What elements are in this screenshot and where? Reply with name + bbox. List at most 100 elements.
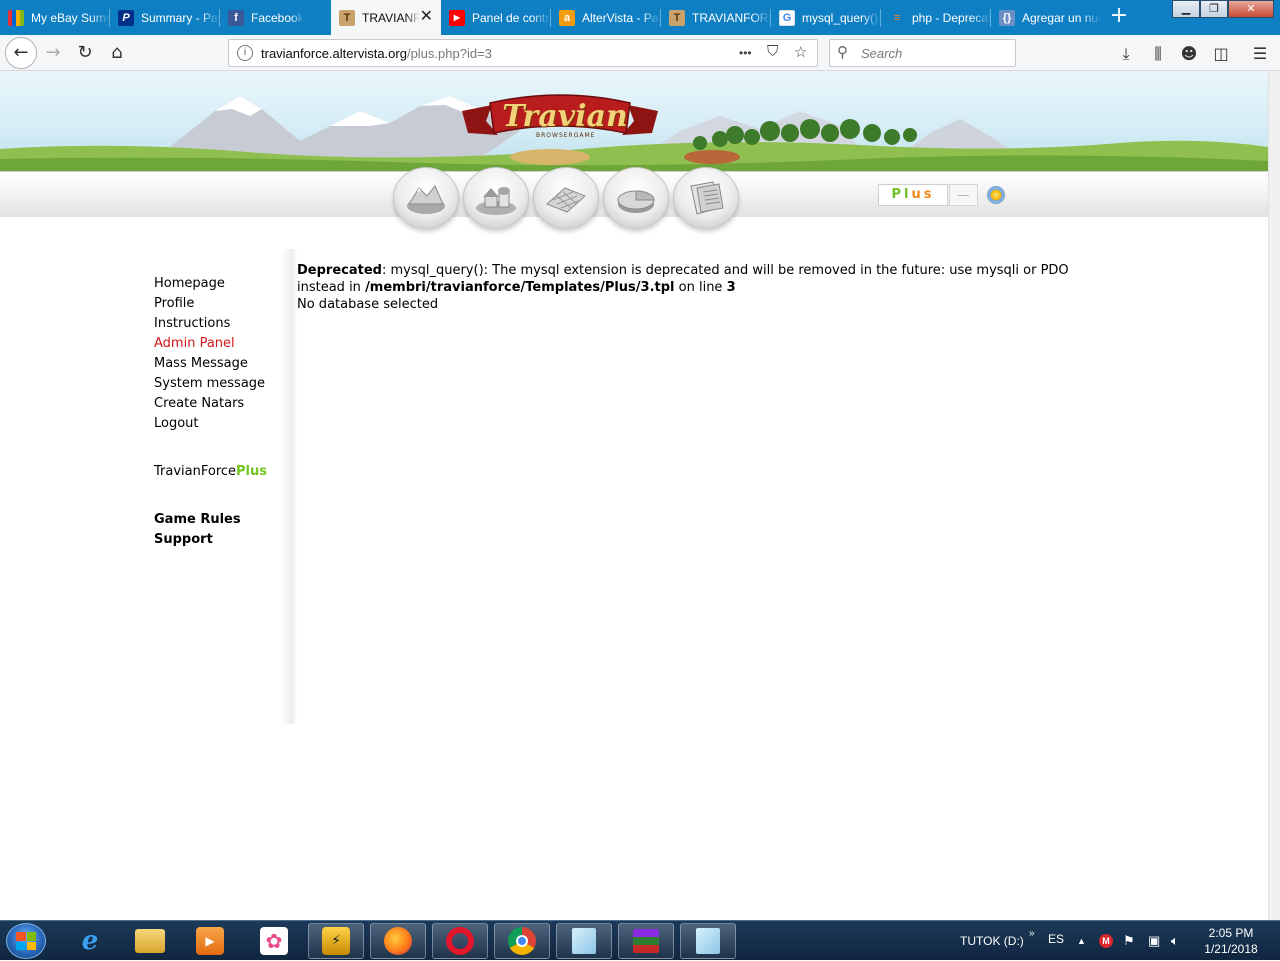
tab-title: Facebook	[251, 10, 304, 25]
system-clock[interactable]: 2:05 PM 1/21/2018	[1196, 925, 1266, 957]
paypal-icon: P	[118, 9, 134, 26]
sidebar-item-homepage[interactable]: Homepage	[154, 276, 294, 296]
sidebar-item-logout[interactable]: Logout	[154, 416, 294, 436]
new-tab-button[interactable]: +	[1106, 4, 1132, 30]
firefox-icon	[384, 927, 412, 955]
tab-paypal[interactable]: P Summary - PayPal	[110, 0, 220, 35]
volume-icon[interactable]: 🔈︎	[1171, 921, 1179, 961]
sidebar-item-instructions[interactable]: Instructions	[154, 316, 294, 336]
plus-label-green: Pl	[891, 187, 912, 202]
reload-button[interactable]: ↻	[70, 39, 100, 67]
opera-icon	[446, 927, 474, 955]
sidebar-item-travianforce-plus[interactable]: TravianForcePlus	[154, 464, 294, 484]
url-host: travianforce.altervista.org	[261, 46, 407, 61]
menu-icon[interactable]: ☰	[1249, 44, 1271, 63]
plus-account-button[interactable]: Plus	[878, 184, 948, 206]
village-buildings-icon	[476, 187, 516, 215]
google-icon: G	[779, 9, 795, 26]
internet-explorer-taskbar[interactable]: e	[62, 923, 118, 959]
url-text[interactable]: travianforce.altervista.org/plus.php?id=…	[261, 46, 492, 61]
site-info-icon[interactable]: i	[237, 45, 253, 61]
notepad-taskbar[interactable]	[556, 923, 612, 959]
pinwheel-app-taskbar[interactable]: ✿	[246, 923, 302, 959]
village-center-button[interactable]	[463, 167, 529, 229]
home-button[interactable]: ⌂	[102, 39, 132, 67]
page-scrollbar[interactable]	[1268, 71, 1280, 920]
start-button[interactable]	[6, 923, 46, 959]
sidebar-item-game-rules[interactable]: Game Rules	[154, 512, 294, 532]
plus-label-orange: us	[911, 187, 935, 202]
pocket-icon[interactable]: ⛉	[767, 43, 778, 60]
drive-toolbar-label[interactable]: TUTOK (D:)	[960, 921, 1024, 961]
window-controls: ▁ ❐ ✕	[1172, 0, 1274, 18]
server-time-sun-icon[interactable]	[987, 186, 1005, 204]
network-icon[interactable]: ▣	[1148, 921, 1160, 961]
maximize-button[interactable]: ❐	[1200, 0, 1228, 18]
resource-fields-icon	[407, 185, 445, 214]
media-player-taskbar[interactable]: ▶	[182, 923, 238, 959]
search-input[interactable]: ⚲ Search	[829, 39, 1016, 67]
statistics-button[interactable]	[603, 167, 669, 229]
altervista-icon: a	[559, 9, 575, 26]
sidebar-item-support[interactable]: Support	[154, 532, 294, 552]
logo-subtitle: BROWSERGAME	[536, 132, 596, 139]
bookmark-star-icon[interactable]: ☆	[794, 43, 807, 61]
village-overview-button[interactable]	[393, 167, 459, 229]
firefox-taskbar[interactable]	[370, 923, 426, 959]
travian-logo-text[interactable]: Travian	[500, 99, 630, 134]
sidebar-toggle-icon[interactable]: ◫	[1210, 44, 1232, 63]
toolbar-expand-icon[interactable]: »	[1029, 913, 1035, 953]
reports-button[interactable]	[673, 167, 739, 229]
url-bar[interactable]: i travianforce.altervista.org/plus.php?i…	[228, 39, 818, 67]
error-line-number: 3	[726, 280, 736, 295]
tab-stackoverflow[interactable]: ≡ php - Deprecated	[881, 0, 991, 35]
tab-title: mysql_query() - Google	[802, 10, 881, 25]
media-player-icon: ▶	[196, 927, 224, 955]
map-icon	[546, 187, 586, 213]
show-hidden-icons-icon[interactable]: ▲	[1077, 921, 1086, 961]
reports-scroll-icon	[690, 181, 724, 215]
map-button[interactable]	[533, 167, 599, 229]
clock-date: 1/21/2018	[1204, 942, 1258, 956]
downloads-icon[interactable]: ⤓	[1115, 44, 1137, 64]
tab-travianforce-active[interactable]: T TRAVIANFORCE ✕	[331, 0, 441, 35]
sidebar-item-create-natars[interactable]: Create Natars	[154, 396, 294, 416]
winrar-taskbar[interactable]	[618, 923, 674, 959]
notepad-taskbar-2[interactable]	[680, 923, 736, 959]
sidebar-item-system-message[interactable]: System message	[154, 376, 294, 396]
ebay-icon	[8, 9, 24, 26]
deprecated-label: Deprecated	[297, 263, 382, 278]
windows-logo-icon	[16, 932, 36, 950]
tab-agregar[interactable]: {} Agregar un nuevo	[991, 0, 1101, 35]
tab-altervista[interactable]: a AlterVista - Pannello	[551, 0, 661, 35]
minimize-button[interactable]: ▁	[1172, 0, 1200, 18]
tab-google[interactable]: G mysql_query() - Google	[771, 0, 881, 35]
window-close-button[interactable]: ✕	[1228, 0, 1274, 18]
database-error: No database selected	[297, 297, 439, 312]
tab-travianforce-2[interactable]: T TRAVIANFORCE	[661, 0, 771, 35]
tab-facebook[interactable]: f Facebook	[220, 0, 330, 35]
opera-taskbar[interactable]	[432, 923, 488, 959]
winamp-taskbar[interactable]: ⚡	[308, 923, 364, 959]
search-icon: ⚲	[837, 44, 848, 61]
account-icon[interactable]: ☻	[1178, 44, 1200, 63]
sidebar-item-profile[interactable]: Profile	[154, 296, 294, 316]
plus-status-box[interactable]: —	[949, 184, 978, 206]
statistics-pie-icon	[617, 190, 655, 213]
page-actions-icon[interactable]: •••	[739, 46, 752, 60]
notepad-icon	[572, 928, 596, 954]
sidebar-item-admin-panel[interactable]: Admin Panel	[154, 336, 294, 356]
tab-youtube[interactable]: ▶ Panel de control	[441, 0, 551, 35]
back-button[interactable]: ←	[5, 37, 37, 69]
close-tab-icon[interactable]: ✕	[420, 9, 433, 25]
chrome-taskbar[interactable]	[494, 923, 550, 959]
action-center-flag-icon[interactable]: ⚑	[1123, 921, 1135, 961]
tab-title: My eBay Summary	[31, 10, 110, 25]
sidebar-item-mass-message[interactable]: Mass Message	[154, 356, 294, 376]
file-explorer-taskbar[interactable]	[122, 923, 178, 959]
mega-sync-icon[interactable]: M	[1099, 921, 1113, 961]
forward-button[interactable]: →	[38, 39, 68, 67]
library-icon[interactable]: ⫼	[1147, 44, 1169, 64]
tab-ebay[interactable]: My eBay Summary	[0, 0, 110, 35]
language-indicator[interactable]: ES	[1048, 919, 1064, 959]
